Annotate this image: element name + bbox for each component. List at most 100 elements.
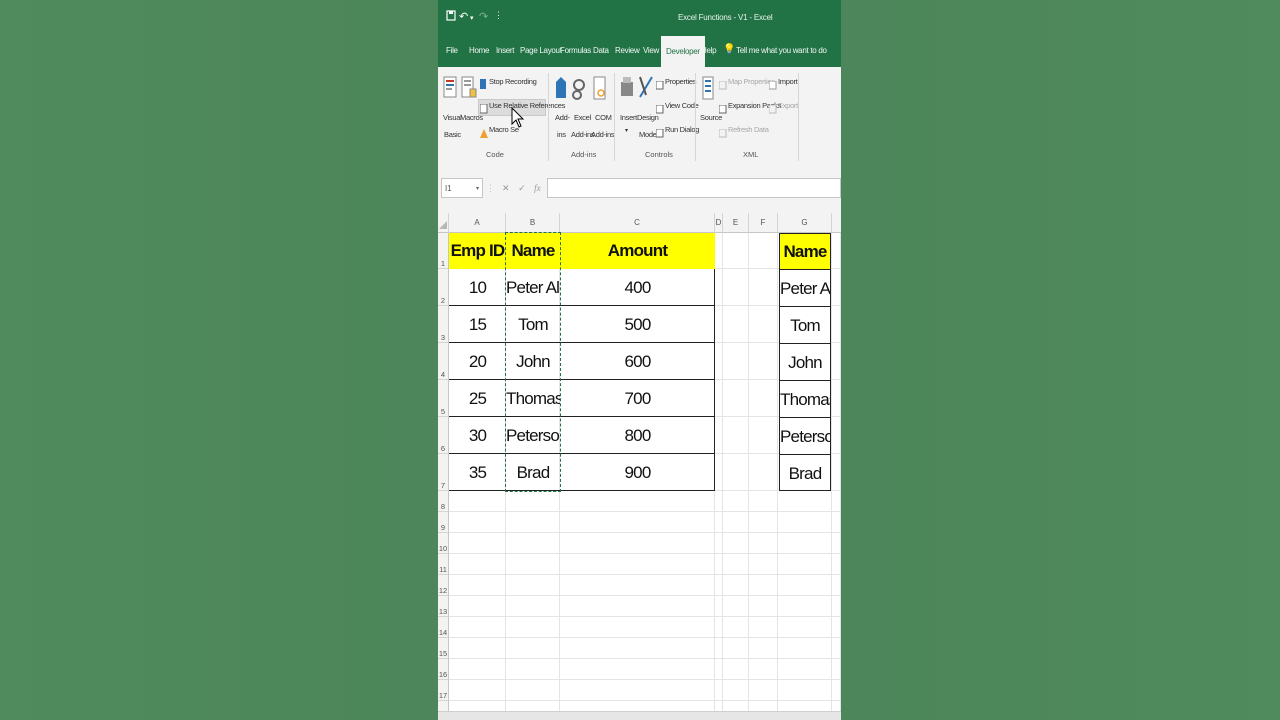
name-list-item[interactable]: Thomas: [779, 380, 831, 417]
column-header-a[interactable]: A: [449, 213, 506, 233]
emp-id-cell[interactable]: 25: [449, 380, 506, 417]
column-header-d[interactable]: D: [715, 213, 723, 233]
header-emp-id[interactable]: Emp ID: [449, 233, 506, 269]
run-dialog-button[interactable]: Run Dialog: [665, 125, 699, 134]
macros-icon[interactable]: [461, 75, 477, 106]
row-header[interactable]: 17: [438, 680, 449, 701]
name-list-item[interactable]: Peterson: [779, 417, 831, 454]
row-header[interactable]: 16: [438, 659, 449, 680]
amount-cell[interactable]: 900: [560, 454, 715, 491]
row-header[interactable]: 4: [438, 343, 449, 380]
row-header[interactable]: 2: [438, 269, 449, 306]
import-icon[interactable]: [768, 77, 777, 95]
header-amount[interactable]: Amount: [560, 233, 715, 269]
properties-button[interactable]: Properties: [665, 77, 696, 86]
visual-basic-icon[interactable]: [443, 75, 457, 106]
tab-formulas[interactable]: Formulas: [560, 46, 591, 55]
tab-insert[interactable]: Insert: [496, 46, 515, 55]
row-header[interactable]: 15: [438, 638, 449, 659]
emp-id-cell[interactable]: 35: [449, 454, 506, 491]
refresh-data-button[interactable]: Refresh Data: [728, 125, 769, 134]
insert-control-label: Insert: [620, 113, 637, 122]
row-header[interactable]: 8: [438, 491, 449, 512]
tab-view[interactable]: View: [643, 46, 659, 55]
row-header[interactable]: 6: [438, 417, 449, 454]
column-header-e[interactable]: E: [723, 213, 749, 233]
row-header[interactable]: 5: [438, 380, 449, 417]
emp-id-cell[interactable]: 30: [449, 417, 506, 454]
name-box[interactable]: I1 ▾: [441, 178, 483, 198]
column-header-b[interactable]: B: [506, 213, 560, 233]
run-dialog-icon[interactable]: [655, 125, 664, 143]
add-ins-group-label: Add-ins: [571, 150, 597, 159]
emp-id-cell[interactable]: 20: [449, 343, 506, 380]
map-properties-button[interactable]: Map Properties: [728, 77, 775, 86]
add-ins-icon[interactable]: [555, 76, 567, 107]
name-box-dropdown-icon[interactable]: ▾: [476, 179, 479, 199]
enter-icon[interactable]: ✓: [518, 183, 526, 193]
name-list-item[interactable]: Tom: [779, 306, 831, 343]
formula-input[interactable]: [547, 178, 841, 198]
view-code-button[interactable]: View Code: [665, 101, 699, 110]
tab-page-layout[interactable]: Page Layout: [520, 46, 562, 55]
column-header-h[interactable]: [832, 213, 841, 233]
emp-id-cell[interactable]: 15: [449, 306, 506, 343]
row-header[interactable]: 3: [438, 306, 449, 343]
amount-cell[interactable]: 500: [560, 306, 715, 343]
name-list-item[interactable]: John: [779, 343, 831, 380]
tab-developer[interactable]: Developer: [661, 36, 705, 67]
column-header-c[interactable]: C: [560, 213, 715, 233]
import-button[interactable]: Import: [778, 77, 798, 86]
tab-review[interactable]: Review: [615, 46, 640, 55]
stop-recording-button[interactable]: Stop Recording: [489, 77, 537, 86]
name-list-header[interactable]: Name: [779, 233, 831, 269]
name-list-item[interactable]: Brad: [779, 454, 831, 491]
view-code-icon[interactable]: [655, 101, 664, 119]
row-header[interactable]: 10: [438, 533, 449, 554]
design-mode-icon[interactable]: [638, 75, 654, 106]
xml-source-icon[interactable]: [702, 76, 714, 107]
name-list-item[interactable]: Peter Alex: [779, 269, 831, 306]
amount-cell[interactable]: 700: [560, 380, 715, 417]
macro-security-icon[interactable]: [480, 125, 488, 143]
undo-icon[interactable]: ↶: [459, 10, 468, 23]
column-header-f[interactable]: F: [749, 213, 778, 233]
insert-dropdown-icon[interactable]: ▾: [625, 127, 628, 134]
redo-icon[interactable]: ↷: [479, 10, 488, 23]
tab-help[interactable]: Help: [701, 46, 717, 55]
export-button[interactable]: Export: [778, 101, 798, 110]
undo-dropdown-icon[interactable]: ▾: [470, 14, 474, 22]
stop-recording-icon[interactable]: [480, 76, 487, 94]
amount-cell[interactable]: 600: [560, 343, 715, 380]
expansion-packs-icon[interactable]: [718, 101, 727, 119]
amount-cell[interactable]: 800: [560, 417, 715, 454]
gridline: [449, 616, 841, 617]
tell-me-search[interactable]: Tell me what you want to do: [736, 46, 827, 55]
row-header[interactable]: 7: [438, 454, 449, 491]
amount-cell[interactable]: 400: [560, 269, 715, 306]
insert-control-icon[interactable]: [620, 76, 634, 107]
use-relative-icon[interactable]: [479, 101, 488, 119]
row-header[interactable]: 13: [438, 596, 449, 617]
background-right: [841, 0, 1280, 720]
column-header-g[interactable]: G: [778, 213, 832, 233]
com-add-ins-icon[interactable]: [593, 76, 607, 107]
tab-home[interactable]: Home: [469, 46, 489, 55]
row-header[interactable]: 14: [438, 617, 449, 638]
tab-file[interactable]: File: [446, 46, 458, 55]
use-relative-references-button[interactable]: Use Relative References: [489, 101, 565, 110]
properties-icon[interactable]: [655, 77, 664, 95]
excel-add-ins-icon[interactable]: [572, 77, 586, 106]
cancel-icon[interactable]: ✕: [502, 183, 510, 193]
row-header[interactable]: 11: [438, 554, 449, 575]
insert-function-icon[interactable]: fx: [534, 183, 541, 193]
emp-id-cell[interactable]: 10: [449, 269, 506, 306]
save-icon[interactable]: [446, 10, 456, 24]
worksheet-grid[interactable]: A B C D E F G 12345678910111213141516171…: [438, 213, 841, 720]
row-header[interactable]: 9: [438, 512, 449, 533]
tab-data[interactable]: Data: [593, 46, 609, 55]
customize-qat-icon[interactable]: ⋮: [494, 10, 503, 21]
row-header[interactable]: 1: [438, 233, 449, 269]
row-header[interactable]: 12: [438, 575, 449, 596]
select-all-corner[interactable]: [438, 213, 449, 233]
